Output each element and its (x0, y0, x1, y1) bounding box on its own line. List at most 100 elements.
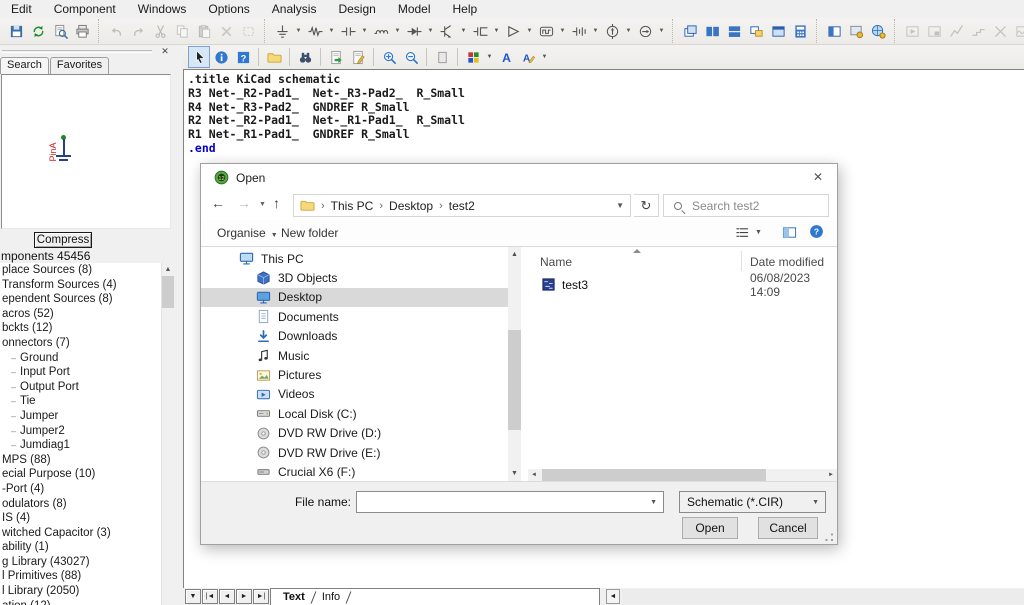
menu-options[interactable]: Options (197, 0, 260, 18)
place-item-crucial-x6-f-[interactable]: Crucial X6 (F:) (201, 462, 508, 481)
component-list-item[interactable]: Output Port (0, 380, 161, 395)
prev-tab-icon[interactable]: ◄ (219, 589, 235, 604)
component-list-item[interactable]: witched Capacitor (3) (0, 526, 161, 541)
cancel-button[interactable]: Cancel (758, 517, 818, 539)
pulse-source-dropdown-icon[interactable]: ▼ (557, 20, 568, 42)
resistor-dropdown-icon[interactable]: ▼ (326, 20, 337, 42)
current-source-dropdown-icon[interactable]: ▼ (656, 20, 667, 42)
breadcrumb-item[interactable]: Desktop (389, 199, 433, 213)
transistor-dropdown-icon[interactable]: ▼ (458, 20, 469, 42)
open-folder-button[interactable] (263, 46, 285, 68)
open-button[interactable]: Open (682, 517, 738, 539)
component-list-item[interactable]: ation (12) (0, 599, 161, 605)
breadcrumb-dropdown-icon[interactable]: ▼ (616, 201, 624, 210)
refresh-icon[interactable]: ↻ (634, 194, 659, 217)
place-item-music[interactable]: Music (201, 346, 508, 365)
compress-button[interactable]: Compress (34, 232, 92, 248)
battery-dropdown-icon[interactable]: ▼ (590, 20, 601, 42)
font-button[interactable]: A (495, 46, 517, 68)
file-row[interactable]: test306/08/2023 14:09 (528, 274, 837, 295)
image-gallery-button[interactable] (845, 20, 867, 42)
menu-component[interactable]: Component (43, 0, 127, 18)
opamp-dropdown-icon[interactable]: ▼ (524, 20, 535, 42)
component-list-item[interactable]: Input Port (0, 365, 161, 380)
component-list-item[interactable]: ependent Sources (8) (0, 292, 161, 307)
mosfet-dropdown-icon[interactable]: ▼ (491, 20, 502, 42)
web-update-button[interactable] (867, 20, 889, 42)
component-list-item[interactable]: l Library (2050) (0, 584, 161, 599)
component-list-item[interactable]: Jumper2 (0, 424, 161, 439)
place-item-dvd-rw-drive-e-[interactable]: DVD RW Drive (E:) (201, 443, 508, 462)
voltage-source-button[interactable] (601, 20, 623, 42)
scroll-up-icon[interactable]: ▲ (508, 247, 521, 262)
component-list-item[interactable]: MPS (88) (0, 453, 161, 468)
battery-button[interactable] (568, 20, 590, 42)
component-list-item[interactable]: onnectors (7) (0, 336, 161, 351)
place-item-downloads[interactable]: Downloads (201, 327, 508, 346)
menu-edit[interactable]: Edit (0, 0, 43, 18)
inductor-button[interactable] (370, 20, 392, 42)
chevron-down-icon[interactable]: ▼ (650, 499, 657, 506)
place-item-desktop[interactable]: Desktop (201, 288, 508, 307)
place-item-dvd-rw-drive-d-[interactable]: DVD RW Drive (D:) (201, 424, 508, 443)
component-list-item[interactable]: ecial Purpose (10) (0, 467, 161, 482)
tile-horizontal-button[interactable] (723, 20, 745, 42)
menu-windows[interactable]: Windows (127, 0, 198, 18)
column-header-date[interactable]: Date modified (750, 255, 824, 269)
component-list-item[interactable]: Jumper (0, 409, 161, 424)
first-tab-icon[interactable]: |◄ (202, 589, 218, 604)
menu-help[interactable]: Help (442, 0, 489, 18)
overlap-windows-button[interactable] (745, 20, 767, 42)
up-icon[interactable]: ↑ (273, 195, 280, 211)
scroll-up-icon[interactable]: ▲ (162, 263, 174, 276)
hscroll-track[interactable] (622, 589, 1024, 604)
breadcrumb-item[interactable]: test2 (449, 199, 475, 213)
zoom-in-button[interactable] (378, 46, 400, 68)
capacitor-button[interactable] (337, 20, 359, 42)
component-list-item[interactable]: Jumdiag1 (0, 438, 161, 453)
refresh-button[interactable] (27, 20, 49, 42)
dialog-title-bar[interactable]: 12 Open ✕ (201, 164, 837, 191)
file-list-hscrollbar[interactable]: ◄ ► (528, 469, 837, 481)
copy-page-button[interactable] (431, 46, 453, 68)
opamp-button[interactable] (502, 20, 524, 42)
edit-list-button[interactable] (347, 46, 369, 68)
capacitor-dropdown-icon[interactable]: ▼ (359, 20, 370, 42)
zoom-out-button[interactable] (400, 46, 422, 68)
menu-dropdown-icon[interactable]: ▼ (185, 589, 201, 604)
scroll-thumb[interactable] (508, 330, 521, 430)
component-list-item[interactable]: Transform Sources (4) (0, 278, 161, 293)
font-style-dropdown-icon[interactable]: ▼ (539, 46, 550, 68)
diode-dropdown-icon[interactable]: ▼ (425, 20, 436, 42)
component-list-scrollbar[interactable]: ▲ (161, 263, 173, 605)
color-palette-dropdown-icon[interactable]: ▼ (484, 46, 495, 68)
diode-button[interactable] (403, 20, 425, 42)
save-button[interactable] (5, 20, 27, 42)
calculator-button[interactable] (789, 20, 811, 42)
help-icon[interactable]: ? (809, 224, 824, 239)
column-divider[interactable] (741, 251, 742, 271)
component-list-item[interactable]: odulators (8) (0, 497, 161, 512)
component-list-item[interactable]: acros (52) (0, 307, 161, 322)
view-mode-button[interactable]: ▼ (735, 225, 762, 240)
search-box[interactable] (663, 194, 829, 217)
scroll-left-icon[interactable]: ◄ (528, 469, 540, 481)
page-tab-info[interactable]: Info (314, 591, 348, 603)
file-type-select[interactable]: Schematic (*.CIR) ▼ (679, 491, 826, 513)
mosfet-button[interactable] (469, 20, 491, 42)
preview-pane-icon[interactable] (782, 225, 797, 240)
component-info-button[interactable] (210, 46, 232, 68)
current-source-button[interactable] (634, 20, 656, 42)
places-scrollbar[interactable]: ▲ ▼ (508, 247, 521, 481)
menu-design[interactable]: Design (327, 0, 386, 18)
column-header-name[interactable]: Name (540, 255, 572, 269)
transistor-button[interactable] (436, 20, 458, 42)
place-item-local-disk-c-[interactable]: Local Disk (C:) (201, 404, 508, 423)
scroll-right-icon[interactable]: ► (825, 469, 837, 481)
component-list-item[interactable]: bckts (12) (0, 321, 161, 336)
inductor-dropdown-icon[interactable]: ▼ (392, 20, 403, 42)
panel-grip[interactable] (2, 50, 152, 53)
goto-marker-button[interactable] (325, 46, 347, 68)
print-preview-button[interactable] (49, 20, 71, 42)
component-list-item[interactable]: place Sources (8) (0, 263, 161, 278)
